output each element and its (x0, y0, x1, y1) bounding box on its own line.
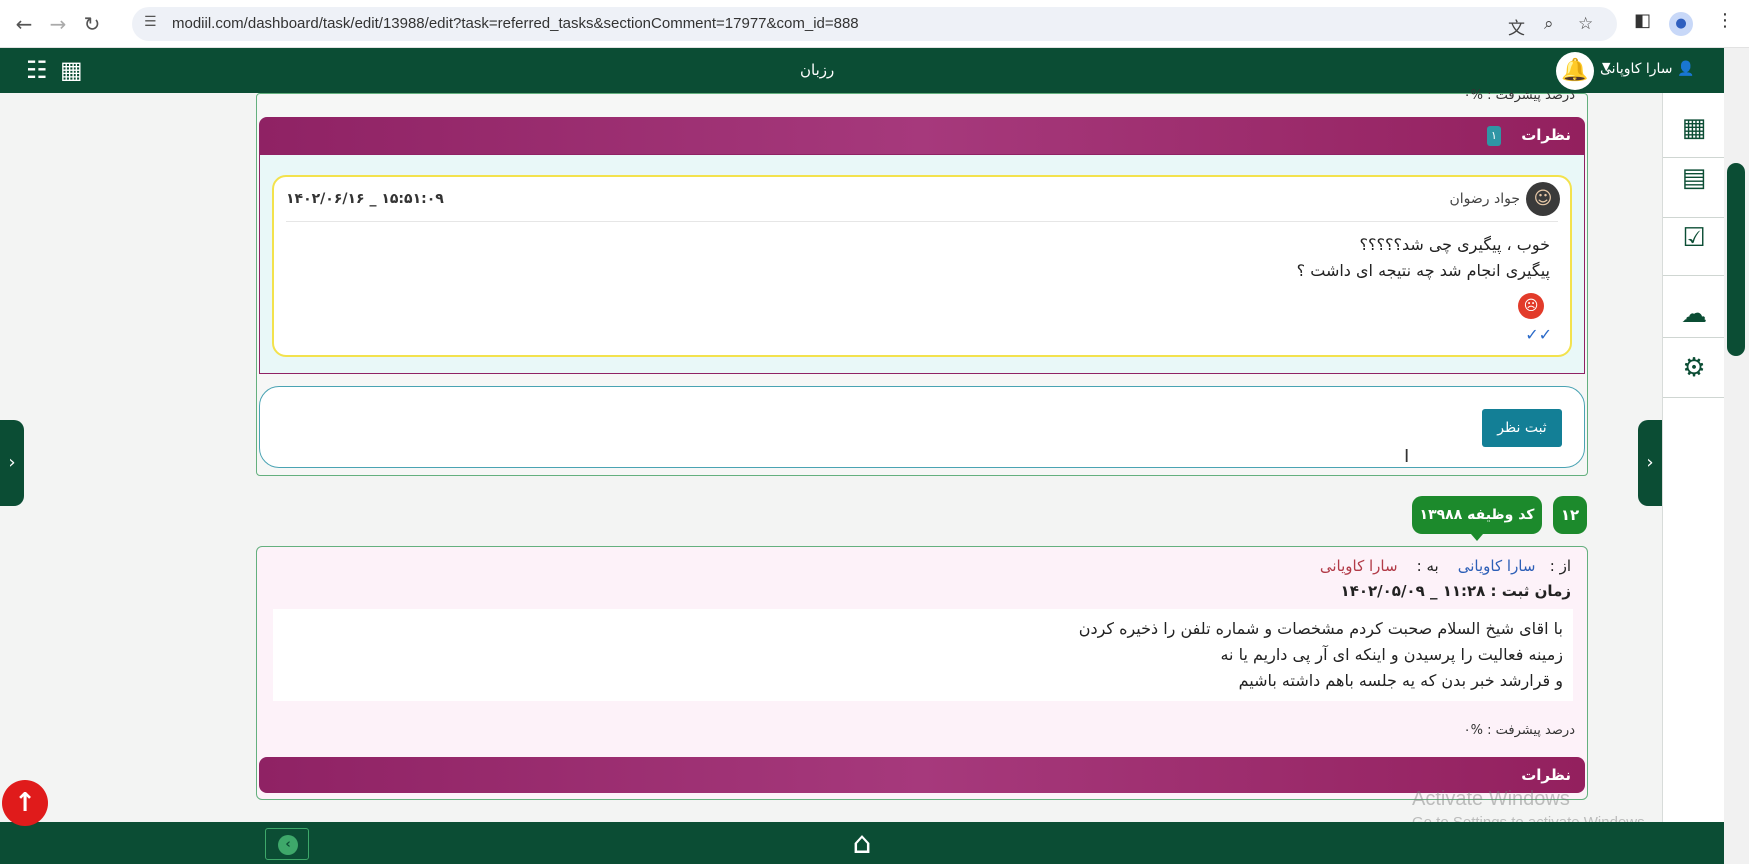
task-index-badge: ۱۲ (1553, 496, 1587, 534)
task-list-icon[interactable]: ☷ (26, 56, 48, 84)
divider (1663, 397, 1725, 398)
read-double-check-icon: ✓✓ (1525, 325, 1552, 344)
dashboard-grid-icon[interactable]: ▦ (1671, 105, 1717, 151)
comment-author: جواد رضوان (1449, 191, 1520, 207)
url-text: modiil.com/dashboard/task/edit/13988/edi… (172, 15, 859, 32)
from-name[interactable]: سارا کاویانی (1458, 557, 1536, 575)
address-bar[interactable]: ☰ modiil.com/dashboard/task/edit/13988/e… (132, 7, 1617, 41)
divider (286, 221, 1558, 222)
back-arrow-icon[interactable]: ← (12, 12, 36, 36)
home-icon[interactable]: ⌂ (844, 827, 880, 861)
to-name[interactable]: سارا کاویانی (1320, 557, 1398, 575)
task-code-badge: کد وظیفه ۱۳۹۸۸ (1412, 496, 1542, 541)
comment-card: ☺ جواد رضوان ۱۴۰۲/۰۶/۱۶ _ ۱۵:۵۱:۰۹ خوب ،… (272, 175, 1572, 357)
app-header: ☷ ▦ رزبان 🔔 ▼ 👤 سارا کاوپانی (0, 48, 1724, 93)
scroll-to-top-button[interactable]: ↑ (2, 780, 48, 826)
contacts-book-icon[interactable]: ▤ (1671, 155, 1717, 201)
bottom-navbar: ‹ ⌂ (0, 822, 1724, 864)
chevron-left-icon: ‹ (278, 835, 298, 855)
reload-icon[interactable]: ↻ (80, 12, 104, 36)
from-label: از : (1549, 557, 1571, 575)
divider (1663, 337, 1725, 338)
right-drawer-toggle[interactable]: › (1638, 420, 1662, 506)
task-registered-at: زمان ثبت : ۱۱:۲۸ _ ۱۴۰۲/۰۵/۰۹ (1340, 582, 1571, 600)
checklist-icon[interactable]: ☑ (1671, 215, 1717, 261)
side-panel-icon[interactable]: ◧ (1634, 10, 1651, 31)
task-description-line: و قرارشد خبر بدن که یه جلسه باهم داشته ب… (1238, 671, 1563, 690)
calendar-icon[interactable]: ▦ (60, 56, 83, 84)
comments-header-label: نظرات (1521, 126, 1571, 144)
activation-watermark-title: Activate Windows (1412, 788, 1570, 810)
cloud-upload-icon[interactable]: ☁ (1671, 291, 1717, 337)
comments-header-label: نظرات (1521, 766, 1571, 784)
avatar: ☺ (1526, 182, 1560, 216)
translate-icon[interactable]: 文 (1508, 14, 1525, 39)
comment-line: خوب ، پیگیری چی شد؟؟؟؟؟ (1359, 235, 1550, 254)
progress-text: درصد پیشرفت : %۰ (1463, 88, 1575, 103)
comment-timestamp: ۱۴۰۲/۰۶/۱۶ _ ۱۵:۵۱:۰۹ (286, 191, 444, 207)
back-button[interactable]: ‹ (265, 828, 309, 860)
notification-bell-icon[interactable]: 🔔 (1556, 52, 1594, 90)
angry-emoji-icon: ☹ (1518, 293, 1544, 319)
to-label: به : (1416, 557, 1439, 575)
forward-arrow-icon[interactable]: → (46, 12, 70, 36)
progress-text: درصد پیشرفت : %۰ (1463, 723, 1575, 738)
comments-list: ☺ جواد رضوان ۱۴۰۲/۰۶/۱۶ _ ۱۵:۵۱:۰۹ خوب ،… (259, 154, 1585, 374)
profile-icon[interactable]: ● (1669, 12, 1693, 36)
app-title: رزبان (800, 61, 835, 79)
settings-gear-icon[interactable]: ⚙ (1671, 345, 1717, 391)
user-name: سارا کاوپانی (1600, 61, 1673, 77)
comment-reply-box[interactable]: ثبت نظر (259, 386, 1585, 468)
user-icon: 👤 (1672, 61, 1695, 77)
divider (1663, 275, 1725, 276)
comments-header: نظرات ۱ (259, 117, 1585, 155)
comment-line: پیگیری انجام شد چه نتیجه ای داشت ؟ (1296, 261, 1550, 280)
text-cursor-icon: I (1404, 446, 1410, 467)
scrollbar-thumb[interactable] (1727, 163, 1745, 356)
tools-sidebar: ▦ ▤ ☑ ☁ ⚙ (1662, 93, 1725, 823)
task-description: با اقای شیخ السلام صحبت کردم مشخصات و شم… (273, 609, 1573, 701)
submit-comment-button[interactable]: ثبت نظر (1482, 409, 1562, 447)
browser-toolbar: ← → ↻ ☰ modiil.com/dashboard/task/edit/1… (0, 0, 1749, 48)
task-from-to: از : سارا کاویانی به : سارا کاویانی (1320, 557, 1571, 575)
task-description-line: زمینه فعالیت را پرسیدن و اینکه ای آر پی … (1220, 645, 1563, 664)
comments-header[interactable]: نظرات (259, 757, 1585, 793)
site-settings-icon[interactable]: ☰ (144, 14, 157, 30)
vertical-scrollbar[interactable] (1724, 48, 1749, 864)
user-menu[interactable]: 👤 سارا کاوپانی (1600, 61, 1694, 77)
bookmark-star-icon[interactable]: ☆ (1578, 14, 1593, 34)
menu-dots-icon[interactable]: ⋮ (1716, 10, 1734, 31)
zoom-icon[interactable]: ⌕ (1544, 14, 1554, 34)
comments-count-badge: ۱ (1487, 126, 1501, 146)
task-description-line: با اقای شیخ السلام صحبت کردم مشخصات و شم… (1078, 619, 1563, 638)
left-drawer-toggle[interactable]: › (0, 420, 24, 506)
